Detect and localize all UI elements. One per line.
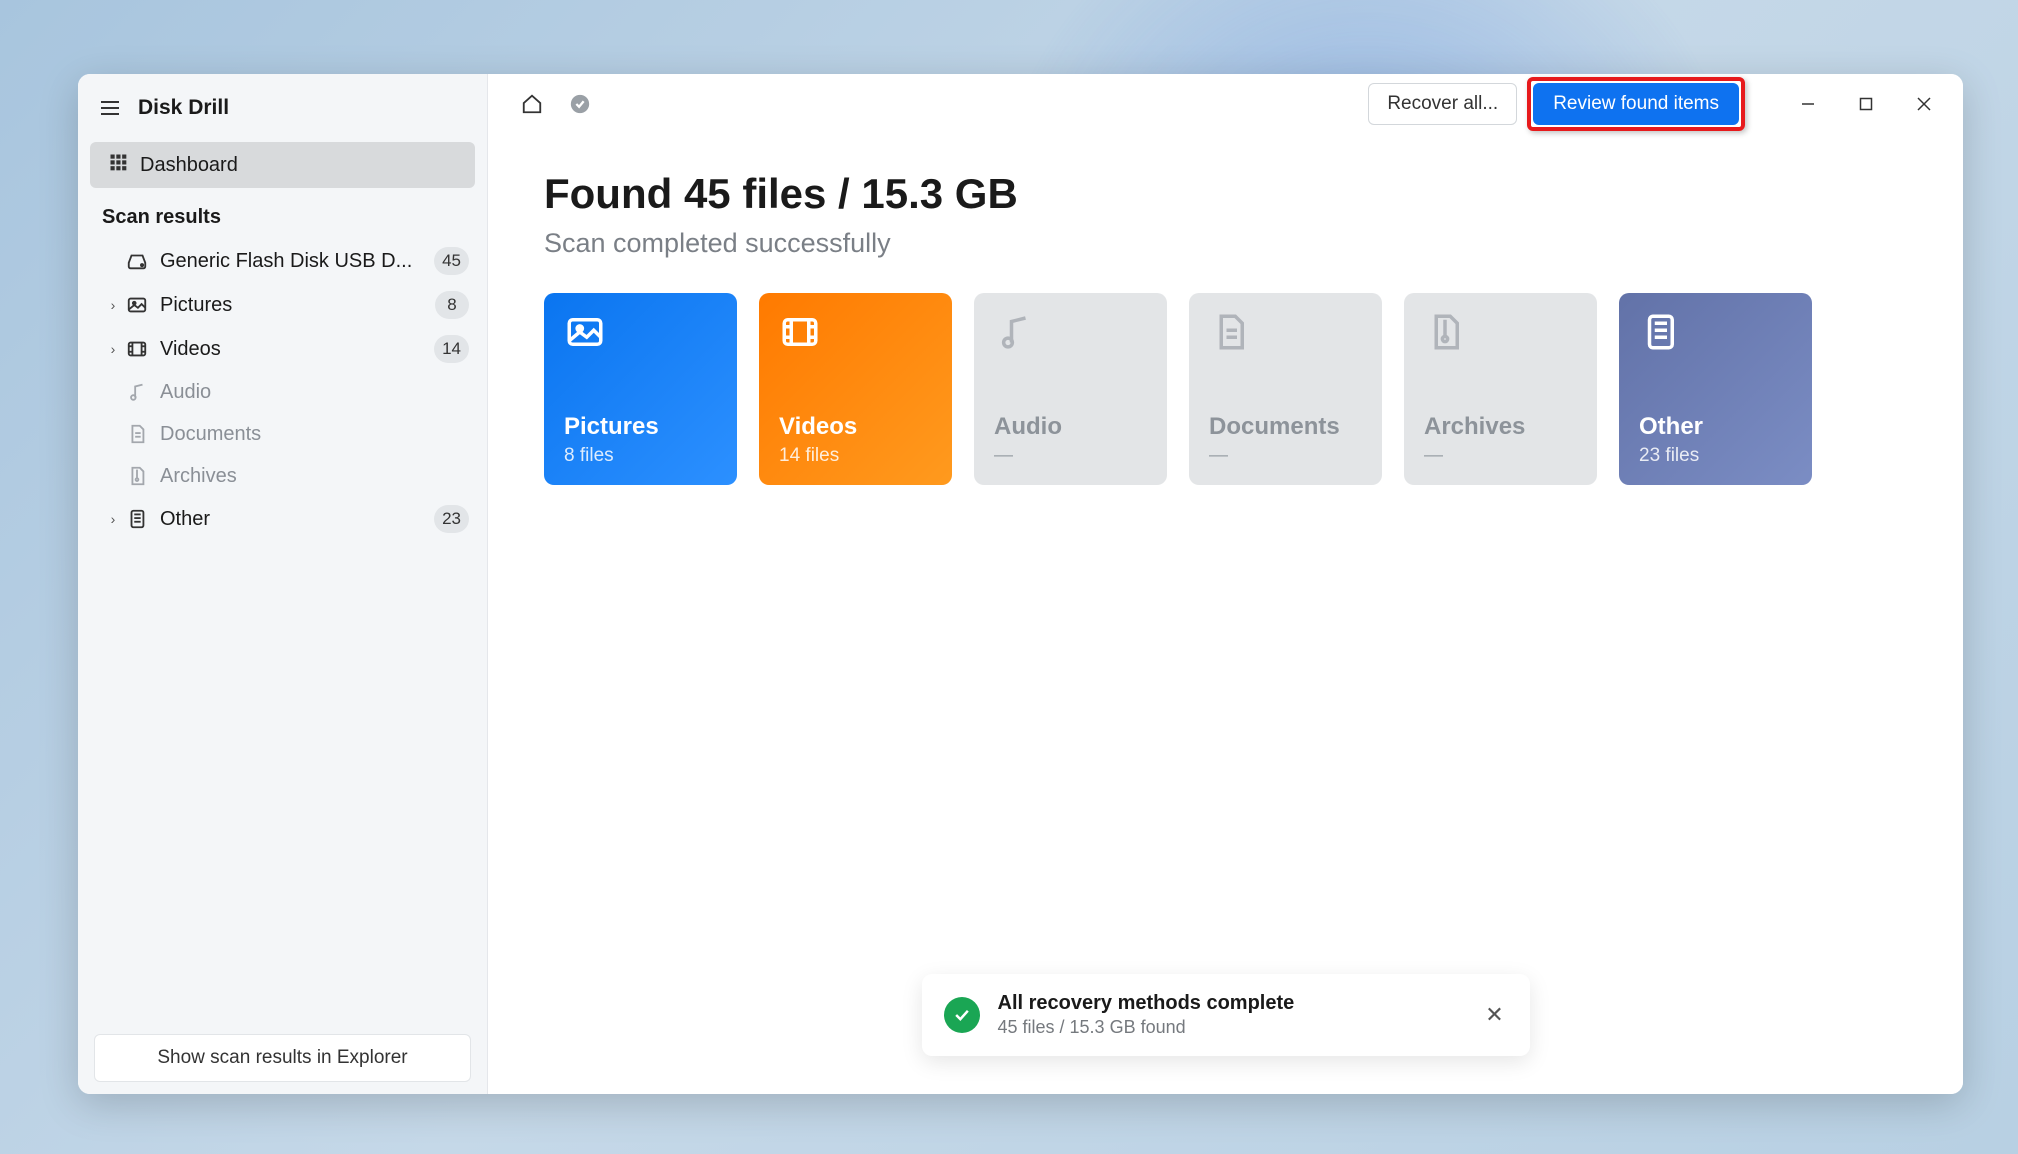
audio-icon	[994, 311, 1036, 353]
count-badge: 8	[435, 291, 469, 319]
sidebar-item-label: Other	[160, 508, 434, 531]
toast-body: All recovery methods complete 45 files /…	[998, 992, 1464, 1038]
sidebar-item-label: Generic Flash Disk USB D...	[160, 250, 434, 273]
tile-title: Archives	[1424, 413, 1577, 441]
check-circle-icon	[944, 997, 980, 1033]
sidebar: Disk Drill Dashboard Scan results › Gene…	[78, 74, 488, 1094]
show-in-explorer-button[interactable]: Show scan results in Explorer	[94, 1034, 471, 1082]
tile-sub: 23 files	[1639, 445, 1792, 467]
results-headline: Found 45 files / 15.3 GB	[544, 170, 1907, 218]
sidebar-item-label: Archives	[160, 465, 473, 488]
home-icon[interactable]	[518, 90, 546, 118]
tile-videos[interactable]: Videos 14 files	[759, 293, 952, 485]
content-area: Found 45 files / 15.3 GB Scan completed …	[488, 134, 1963, 521]
tile-sub: —	[1209, 445, 1362, 467]
toast-sub: 45 files / 15.3 GB found	[998, 1017, 1464, 1038]
archive-icon	[1424, 311, 1466, 353]
disk-icon	[124, 248, 150, 274]
tile-title: Pictures	[564, 413, 717, 441]
document-icon	[1209, 311, 1251, 353]
highlight-annotation: Review found items	[1527, 77, 1745, 131]
sidebar-item-label: Documents	[160, 423, 473, 446]
other-icon	[1639, 311, 1681, 353]
tile-title: Other	[1639, 413, 1792, 441]
tile-title: Documents	[1209, 413, 1362, 441]
chevron-icon[interactable]: ›	[102, 341, 124, 357]
topbar: Recover all... Review found items	[488, 74, 1963, 134]
count-badge: 14	[434, 335, 469, 363]
tile-sub: 8 files	[564, 445, 717, 467]
app-window: Disk Drill Dashboard Scan results › Gene…	[78, 74, 1963, 1094]
sidebar-item-label: Audio	[160, 381, 473, 404]
video-icon	[779, 311, 821, 353]
nav-dashboard[interactable]: Dashboard	[90, 142, 475, 188]
count-badge: 45	[434, 247, 469, 275]
window-controls	[1779, 79, 1953, 129]
tile-pictures[interactable]: Pictures 8 files	[544, 293, 737, 485]
completion-toast: All recovery methods complete 45 files /…	[922, 974, 1530, 1056]
minimize-icon[interactable]	[1779, 79, 1837, 129]
sidebar-item-other[interactable]: › Other 23	[78, 497, 487, 541]
nav-dashboard-label: Dashboard	[140, 154, 238, 177]
archive-icon	[124, 463, 150, 489]
app-title: Disk Drill	[138, 96, 229, 120]
count-badge: 23	[434, 505, 469, 533]
toast-close-icon[interactable]: ✕	[1482, 1002, 1508, 1028]
sidebar-item-archives[interactable]: › Archives	[78, 455, 487, 497]
audio-icon	[124, 379, 150, 405]
hamburger-icon[interactable]	[98, 96, 122, 120]
main-panel: Recover all... Review found items Found …	[488, 74, 1963, 1094]
tile-title: Videos	[779, 413, 932, 441]
maximize-icon[interactable]	[1837, 79, 1895, 129]
dashboard-grid-icon	[108, 152, 128, 178]
tile-sub: 14 files	[779, 445, 932, 467]
sidebar-item-label: Pictures	[160, 294, 435, 317]
topbar-left	[518, 90, 594, 118]
toast-title: All recovery methods complete	[998, 992, 1464, 1015]
sidebar-item-audio[interactable]: › Audio	[78, 371, 487, 413]
document-icon	[124, 421, 150, 447]
close-icon[interactable]	[1895, 79, 1953, 129]
tile-other[interactable]: Other 23 files	[1619, 293, 1812, 485]
recover-all-button[interactable]: Recover all...	[1368, 83, 1517, 125]
sidebar-section-label: Scan results	[78, 192, 487, 239]
sidebar-header: Disk Drill	[78, 84, 487, 138]
tile-audio: Audio —	[974, 293, 1167, 485]
check-status-icon[interactable]	[566, 90, 594, 118]
sidebar-item-pictures[interactable]: › Pictures 8	[78, 283, 487, 327]
chevron-icon[interactable]: ›	[102, 297, 124, 313]
tile-archives: Archives —	[1404, 293, 1597, 485]
category-tiles: Pictures 8 files Videos 14 files Audio —	[544, 293, 1907, 485]
results-subhead: Scan completed successfully	[544, 228, 1907, 259]
tile-title: Audio	[994, 413, 1147, 441]
picture-icon	[124, 292, 150, 318]
sidebar-footer: Show scan results in Explorer	[78, 1022, 487, 1094]
review-found-items-button[interactable]: Review found items	[1533, 83, 1739, 125]
sidebar-item-documents[interactable]: › Documents	[78, 413, 487, 455]
tile-sub: —	[1424, 445, 1577, 467]
tile-documents: Documents —	[1189, 293, 1382, 485]
tile-sub: —	[994, 445, 1147, 467]
picture-icon	[564, 311, 606, 353]
sidebar-item-videos[interactable]: › Videos 14	[78, 327, 487, 371]
other-icon	[124, 506, 150, 532]
video-icon	[124, 336, 150, 362]
sidebar-item-label: Videos	[160, 338, 434, 361]
chevron-icon[interactable]: ›	[102, 511, 124, 527]
sidebar-item-disk[interactable]: › Generic Flash Disk USB D... 45	[78, 239, 487, 283]
